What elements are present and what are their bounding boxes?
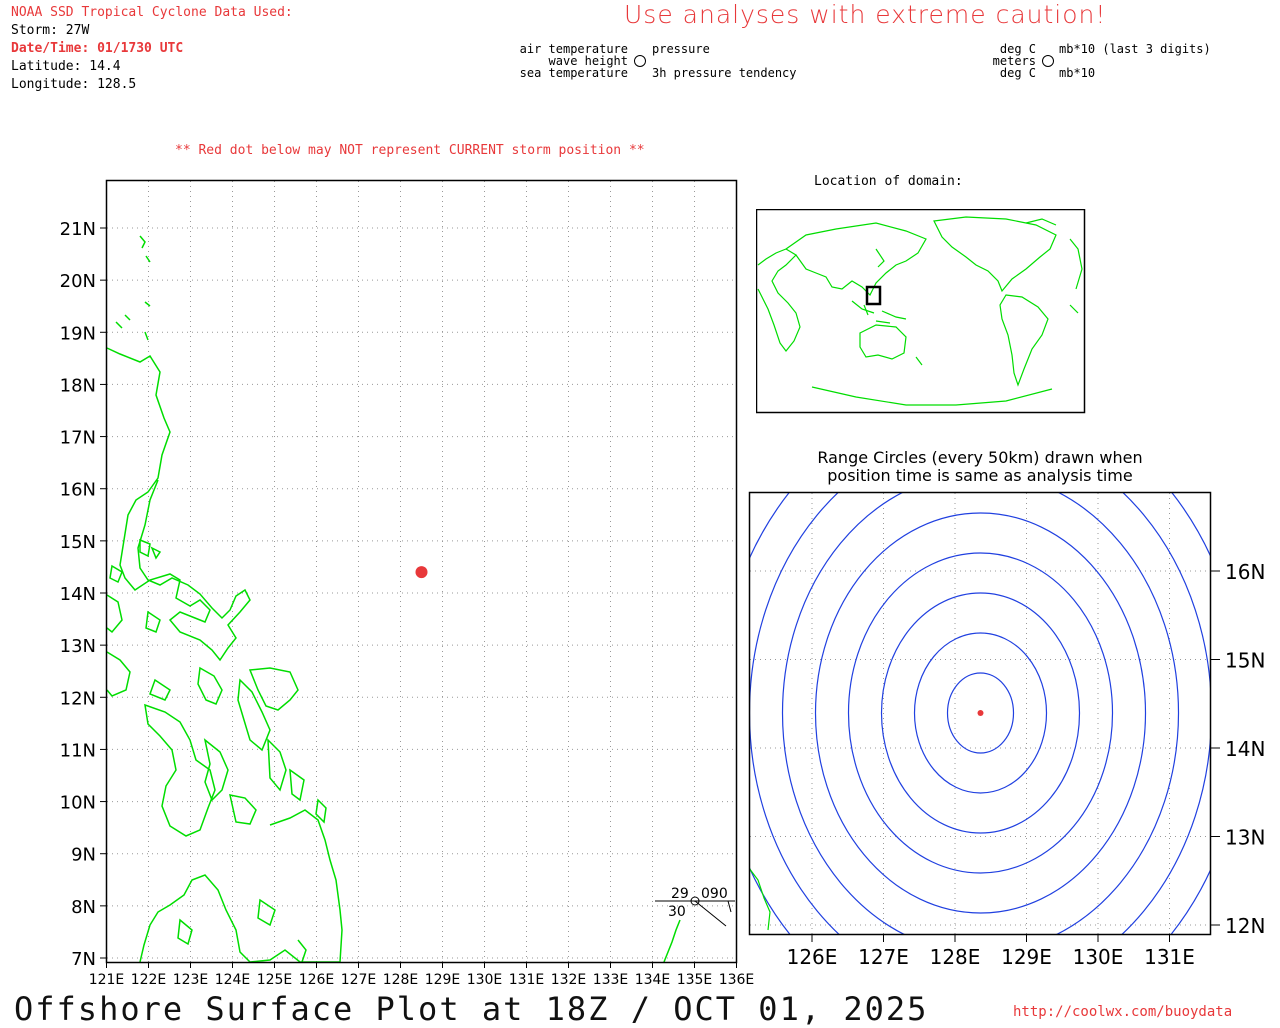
range-lat-label: 15N — [1225, 649, 1265, 673]
range-lon-label: 130E — [1073, 945, 1124, 969]
source-url[interactable]: http://coolwx.com/buoydata — [1013, 1004, 1232, 1020]
range-lat-label: 14N — [1225, 737, 1265, 761]
range-lon-label: 126E — [787, 945, 838, 969]
range-circle — [684, 353, 1278, 1024]
range-lon-label: 131E — [1144, 945, 1195, 969]
range-lon-label: 129E — [1001, 945, 1052, 969]
range-lon-label: 128E — [930, 945, 981, 969]
range-circle — [749, 492, 1211, 935]
range-map: 12N 13N 14N 15N 16N 126E 127E 128E 129E 130E 131E — [684, 353, 1278, 1024]
range-lat-label: 16N — [1225, 560, 1265, 584]
range-map-coast — [749, 867, 771, 931]
plot-title: Offshore Surface Plot at 18Z / OCT 01, 2… — [14, 990, 929, 1028]
range-lat-label: 12N — [1225, 914, 1265, 938]
range-lon-label: 127E — [858, 945, 909, 969]
range-map-storm-marker — [977, 710, 984, 716]
range-lat-label: 13N — [1225, 826, 1265, 850]
